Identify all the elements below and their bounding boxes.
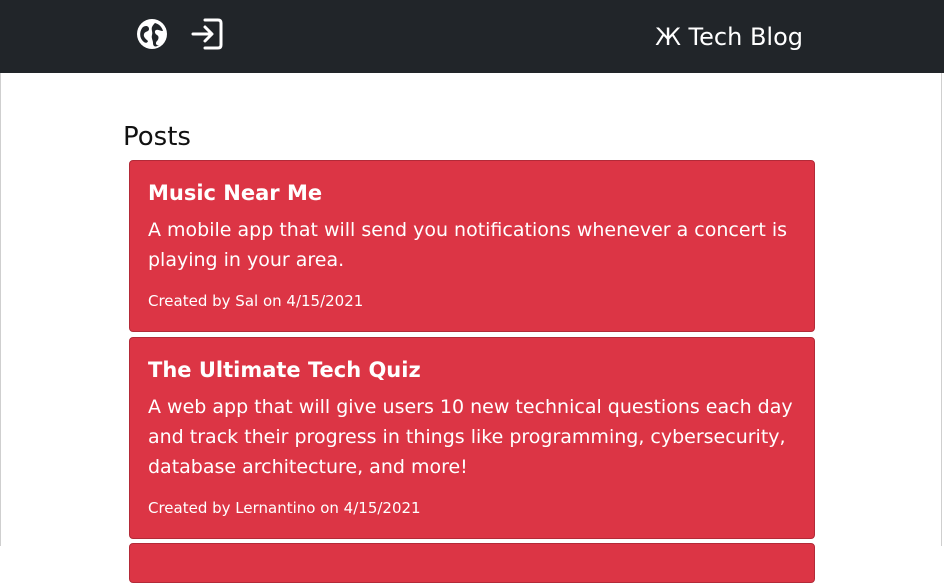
brand-link[interactable]: Ж Tech Blog: [655, 21, 803, 53]
post-card-partial[interactable]: [129, 543, 815, 583]
post-meta: Created by Lernantino on 4/15/2021: [148, 499, 421, 517]
navbar: Ж Tech Blog: [0, 0, 944, 73]
post-title[interactable]: Music Near Me: [148, 177, 796, 209]
main-content: Posts Music Near Me A mobile app that wi…: [123, 118, 815, 583]
globe-icon[interactable]: [135, 17, 169, 51]
section-title: Posts: [123, 122, 191, 152]
post-description: A mobile app that will send you notifica…: [148, 219, 788, 271]
post-meta: Created by Sal on 4/15/2021: [148, 292, 364, 310]
login-icon[interactable]: [190, 17, 224, 51]
post-card[interactable]: Music Near Me A mobile app that will sen…: [129, 160, 815, 332]
post-description: A web app that will give users 10 new te…: [148, 396, 793, 478]
post-card[interactable]: The Ultimate Tech Quiz A web app that wi…: [129, 337, 815, 539]
post-title[interactable]: The Ultimate Tech Quiz: [148, 354, 796, 386]
